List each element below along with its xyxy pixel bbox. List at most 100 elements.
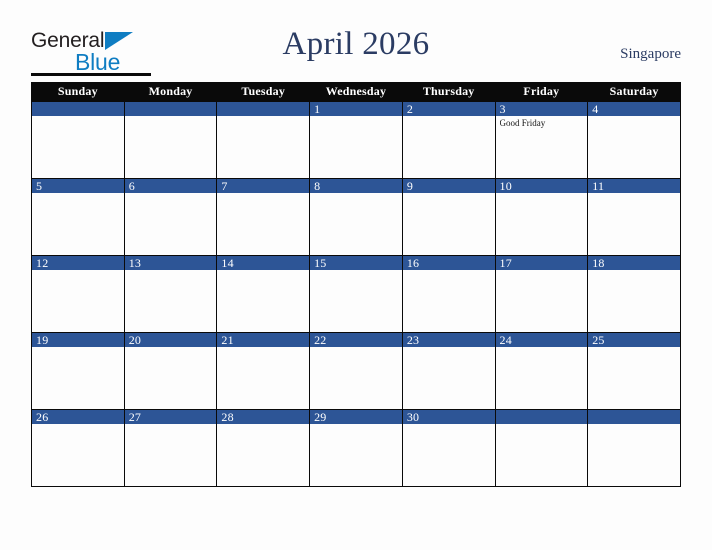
calendar-day-cell[interactable]: 8 xyxy=(309,178,403,256)
day-events xyxy=(496,424,588,426)
day-events xyxy=(125,116,217,118)
calendar-day-cell[interactable] xyxy=(494,409,589,487)
calendar-day-cell[interactable]: 1 xyxy=(309,101,403,179)
date-band xyxy=(495,410,588,424)
day-header-friday: Friday xyxy=(494,82,589,102)
date-number: 13 xyxy=(128,256,142,270)
day-cell-content: 22 xyxy=(310,333,402,409)
day-header-tuesday: Tuesday xyxy=(216,82,311,102)
calendar-week-row: 26 27 28 29 30 xyxy=(31,409,681,487)
calendar-day-cell[interactable]: 24 xyxy=(494,332,589,410)
day-header-saturday: Saturday xyxy=(587,82,681,102)
calendar-day-cell[interactable]: 20 xyxy=(123,332,218,410)
calendar-day-cell[interactable]: 9 xyxy=(401,178,496,256)
date-number: 7 xyxy=(221,179,228,193)
day-events xyxy=(588,347,680,349)
calendar-day-cell[interactable]: 7 xyxy=(216,178,311,256)
calendar-day-cell[interactable]: 29 xyxy=(309,409,403,487)
date-band: 30 xyxy=(402,410,495,424)
day-cell-content xyxy=(495,410,588,486)
calendar-day-cell[interactable] xyxy=(587,409,681,487)
calendar-day-cell[interactable]: 21 xyxy=(216,332,311,410)
page-header: General Blue April 2026 Singapore xyxy=(0,0,712,82)
day-cell-content: 30 xyxy=(402,410,495,486)
day-events xyxy=(32,116,124,118)
day-cell-content: 15 xyxy=(310,256,402,332)
calendar-week-row: 1 2 3 Good Friday 4 xyxy=(31,101,681,179)
date-band: 20 xyxy=(124,333,217,347)
date-band: 18 xyxy=(588,256,680,270)
date-band: 11 xyxy=(588,179,680,193)
day-events xyxy=(310,116,402,118)
day-events xyxy=(403,193,495,195)
calendar-day-cell[interactable] xyxy=(31,101,125,179)
day-cell-content: 7 xyxy=(217,179,310,255)
date-band: 3 xyxy=(495,102,588,116)
calendar-day-cell[interactable] xyxy=(123,101,218,179)
date-band: 28 xyxy=(217,410,310,424)
day-cell-content: 1 xyxy=(310,102,402,178)
date-number: 14 xyxy=(221,256,234,270)
date-number: 19 xyxy=(36,333,49,347)
calendar-day-cell[interactable]: 26 xyxy=(31,409,125,487)
day-of-week-header-row: Sunday Monday Tuesday Wednesday Thursday Frid… xyxy=(31,82,681,102)
calendar-day-cell[interactable]: 14 xyxy=(216,255,311,333)
day-events xyxy=(496,270,588,272)
page-title: April 2026 xyxy=(282,26,430,62)
date-number: 29 xyxy=(314,410,327,424)
calendar-day-cell[interactable]: 12 xyxy=(31,255,125,333)
date-band xyxy=(124,102,217,116)
day-cell-content: 3 Good Friday xyxy=(495,102,588,178)
calendar-day-cell[interactable]: 3 Good Friday xyxy=(494,101,589,179)
date-number: 16 xyxy=(406,256,420,270)
calendar-day-cell[interactable]: 22 xyxy=(309,332,403,410)
date-number: 8 xyxy=(314,179,321,193)
day-events xyxy=(310,424,402,426)
day-cell-content: 21 xyxy=(217,333,310,409)
day-events xyxy=(217,424,309,426)
date-band: 9 xyxy=(402,179,495,193)
date-band: 24 xyxy=(495,333,588,347)
day-header-monday: Monday xyxy=(123,82,218,102)
calendar-day-cell[interactable]: 28 xyxy=(216,409,311,487)
day-events xyxy=(403,270,495,272)
calendar-day-cell[interactable]: 25 xyxy=(587,332,681,410)
date-number: 3 xyxy=(499,102,506,116)
calendar-day-cell[interactable]: 27 xyxy=(123,409,218,487)
date-number: 27 xyxy=(128,410,142,424)
calendar-day-cell[interactable]: 16 xyxy=(401,255,496,333)
date-number: 17 xyxy=(499,256,512,270)
date-band xyxy=(217,102,310,116)
calendar-day-cell[interactable]: 17 xyxy=(494,255,589,333)
calendar-day-cell[interactable]: 4 xyxy=(587,101,681,179)
day-events xyxy=(496,347,588,349)
calendar-day-cell[interactable]: 10 xyxy=(494,178,589,256)
day-cell-content: 29 xyxy=(310,410,402,486)
day-events xyxy=(403,116,495,118)
date-band: 29 xyxy=(310,410,402,424)
date-number: 20 xyxy=(128,333,142,347)
calendar-day-cell[interactable]: 13 xyxy=(123,255,218,333)
calendar-day-cell[interactable]: 15 xyxy=(309,255,403,333)
calendar-day-cell[interactable]: 6 xyxy=(123,178,218,256)
date-band xyxy=(588,410,680,424)
day-cell-content: 24 xyxy=(495,333,588,409)
calendar-day-cell[interactable]: 23 xyxy=(401,332,496,410)
calendar-day-cell[interactable]: 11 xyxy=(587,178,681,256)
calendar-day-cell[interactable]: 18 xyxy=(587,255,681,333)
calendar-day-cell[interactable] xyxy=(216,101,311,179)
day-cell-content: 5 xyxy=(32,179,124,255)
calendar-day-cell[interactable]: 30 xyxy=(401,409,496,487)
calendar-week-row: 12 13 14 15 16 17 18 xyxy=(31,255,681,333)
day-cell-content: 13 xyxy=(124,256,217,332)
date-number: 12 xyxy=(36,256,49,270)
day-cell-content: 25 xyxy=(588,333,680,409)
day-events xyxy=(125,424,217,426)
day-cell-content: 28 xyxy=(217,410,310,486)
day-events xyxy=(32,347,124,349)
calendar-day-cell[interactable]: 2 xyxy=(401,101,496,179)
day-events xyxy=(588,193,680,195)
calendar-day-cell[interactable]: 19 xyxy=(31,332,125,410)
calendar-day-cell[interactable]: 5 xyxy=(31,178,125,256)
date-number: 23 xyxy=(406,333,420,347)
